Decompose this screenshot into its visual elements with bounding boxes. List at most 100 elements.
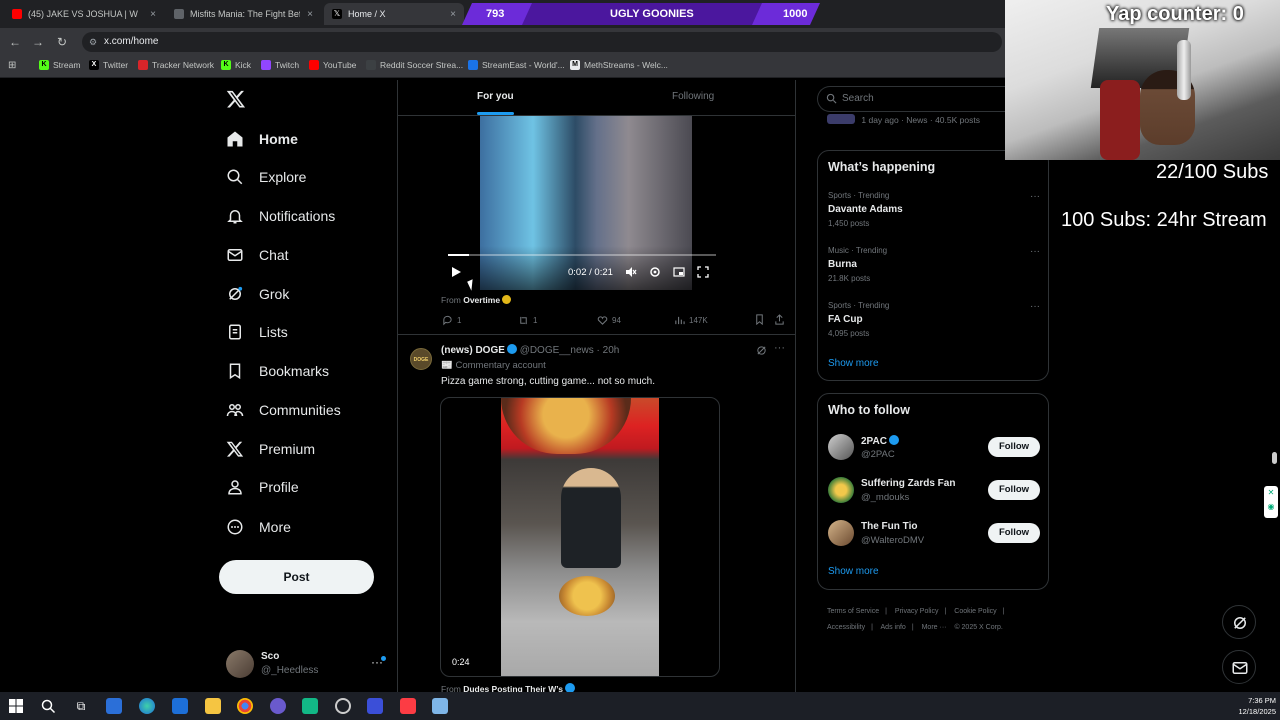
trend-more-icon[interactable]: ··· — [1030, 191, 1040, 202]
bookmark-reddit-soccer[interactable]: Reddit Soccer Strea... — [366, 60, 463, 70]
trend-more-icon[interactable]: ··· — [1030, 301, 1040, 312]
footer-link[interactable]: Cookie Policy — [954, 608, 996, 615]
footer-link[interactable]: Accessibility — [827, 624, 865, 631]
grok-icon[interactable] — [756, 345, 767, 356]
bookmark-twitter[interactable]: X Twitter — [89, 60, 128, 70]
bookmark-kick[interactable]: K Kick — [221, 60, 251, 70]
app-icon[interactable] — [367, 698, 383, 714]
bookmark-tracker[interactable]: Tracker Network — [138, 60, 214, 70]
post-video[interactable]: 0:02 / 0:21 — [440, 116, 720, 290]
video-source[interactable]: From Dudes Posting Their W’s — [441, 683, 576, 692]
tab-following[interactable]: Following — [672, 91, 714, 102]
views-button[interactable]: 147K — [674, 315, 708, 326]
trend-item[interactable]: Sports · Trending Davante Adams 1,450 po… — [828, 191, 1040, 235]
bookmark-youtube[interactable]: YouTube — [309, 60, 356, 70]
picture-in-picture-icon[interactable] — [673, 266, 685, 278]
obs-icon[interactable] — [335, 698, 351, 714]
repost-button[interactable]: 1 — [518, 315, 537, 326]
apps-icon[interactable]: ⊞ — [8, 60, 16, 71]
follow-suggestion[interactable]: The Fun Tio @WalteroDMV Follow — [828, 520, 1040, 550]
post-more-icon[interactable]: ··· — [774, 342, 785, 354]
x-logo-icon[interactable] — [226, 89, 246, 109]
share-icon[interactable] — [774, 314, 785, 325]
bookmark-streameast[interactable]: StreamEast - World'... — [468, 60, 565, 70]
footer-link[interactable]: Ads info — [881, 624, 906, 631]
footer-link[interactable]: More ··· — [922, 624, 947, 631]
store-icon[interactable] — [106, 698, 122, 714]
close-tab-icon[interactable]: × — [450, 9, 456, 20]
reload-icon[interactable]: ↻ — [54, 34, 70, 50]
author-name[interactable]: (news) DOGE — [441, 345, 505, 356]
file-explorer-icon[interactable] — [205, 698, 221, 714]
search-icon[interactable] — [40, 698, 56, 714]
show-more-link[interactable]: Show more — [828, 358, 879, 369]
footer-link[interactable]: Privacy Policy — [895, 608, 939, 615]
extension-icon[interactable]: ◉ — [1268, 502, 1275, 511]
close-tab-icon[interactable]: × — [150, 9, 156, 20]
search-input[interactable]: Search — [817, 86, 1005, 112]
close-tab-icon[interactable]: × — [307, 9, 313, 20]
grok-button[interactable] — [1222, 605, 1256, 639]
extension-widget[interactable]: ✕ ◉ — [1264, 486, 1278, 518]
site-info-icon[interactable]: ⚙ — [89, 32, 97, 52]
post-video[interactable]: 0:24 — [440, 397, 720, 677]
source-name[interactable]: Overtime — [463, 295, 500, 305]
follow-button[interactable]: Follow — [988, 437, 1040, 457]
post-time[interactable]: 20h — [603, 345, 620, 356]
music-icon[interactable] — [400, 698, 416, 714]
browser-tab-x-home[interactable]: 𝕏 Home / X × — [324, 3, 464, 25]
account-switcher[interactable]: Sco @_Heedless ··· — [226, 648, 386, 680]
trend-item[interactable]: Sports · Trending FA Cup 4,095 posts ··· — [828, 301, 1040, 345]
bookmark-icon[interactable] — [754, 314, 765, 325]
back-icon[interactable]: ← — [7, 34, 23, 50]
discord-icon[interactable] — [270, 698, 286, 714]
nav-lists[interactable]: Lists — [226, 319, 288, 345]
author-handle[interactable]: @DOGE__news — [520, 345, 594, 356]
trend-item[interactable]: Music · Trending Burna 21.8K posts ··· — [828, 246, 1040, 290]
nav-grok[interactable]: Grok — [226, 281, 289, 307]
bookmark-twitch[interactable]: Twitch — [261, 60, 299, 70]
follow-button[interactable]: Follow — [988, 523, 1040, 543]
forward-icon[interactable]: → — [30, 34, 46, 50]
nav-bookmarks[interactable]: Bookmarks — [226, 358, 329, 384]
reply-button[interactable]: 1 — [442, 315, 461, 326]
nav-premium[interactable]: Premium — [226, 436, 315, 462]
address-bar[interactable]: ⚙ x.com/home — [82, 32, 1002, 52]
nav-home[interactable]: Home — [226, 126, 298, 152]
browser-tab-youtube[interactable]: (45) JAKE VS JOSHUA | WEIGH × — [4, 3, 164, 25]
news-item[interactable]: 1 day ago · News · 40.5K posts — [827, 114, 980, 125]
video-progress-track[interactable] — [448, 254, 716, 256]
trend-more-icon[interactable]: ··· — [1030, 246, 1040, 257]
nav-chat[interactable]: Chat — [226, 242, 289, 268]
show-more-link[interactable]: Show more — [828, 566, 879, 577]
bookmark-stream[interactable]: K Stream — [39, 60, 80, 70]
settings-icon[interactable] — [649, 266, 661, 278]
browser-tab-misfits[interactable]: Misfits Mania: The Fight Before × — [166, 3, 321, 25]
like-button[interactable]: 94 — [597, 315, 621, 326]
taskbar-clock[interactable]: 7:36 PM 12/18/2025 — [1236, 695, 1276, 717]
nav-profile[interactable]: Profile — [226, 474, 299, 500]
video-source[interactable]: From Overtime — [441, 295, 512, 305]
source-name[interactable]: Dudes Posting Their W’s — [463, 684, 563, 692]
mute-icon[interactable] — [625, 266, 637, 278]
nav-explore[interactable]: Explore — [226, 164, 306, 190]
nav-more[interactable]: More — [226, 514, 291, 540]
edge-icon[interactable] — [139, 698, 155, 714]
nav-communities[interactable]: Communities — [226, 397, 341, 423]
bookmark-methstreams[interactable]: M MethStreams - Welc... — [570, 60, 668, 70]
app-icon[interactable] — [432, 698, 448, 714]
mail-app-icon[interactable] — [172, 698, 188, 714]
close-icon[interactable]: ✕ — [1268, 488, 1275, 497]
fullscreen-icon[interactable] — [697, 266, 709, 278]
messages-button[interactable] — [1222, 650, 1256, 684]
play-icon[interactable] — [450, 266, 462, 278]
windows-start-icon[interactable] — [8, 698, 24, 714]
task-view-icon[interactable]: ⧉ — [73, 698, 89, 714]
tab-for-you[interactable]: For you — [477, 91, 514, 102]
nav-notifications[interactable]: Notifications — [226, 203, 335, 229]
follow-suggestion[interactable]: Suffering Zards Fan @_mdouks Follow — [828, 477, 1040, 507]
chrome-icon[interactable] — [237, 698, 253, 714]
footer-link[interactable]: Terms of Service — [827, 608, 879, 615]
follow-suggestion[interactable]: 2PAC @2PAC Follow — [828, 434, 1040, 464]
app-icon[interactable] — [302, 698, 318, 714]
